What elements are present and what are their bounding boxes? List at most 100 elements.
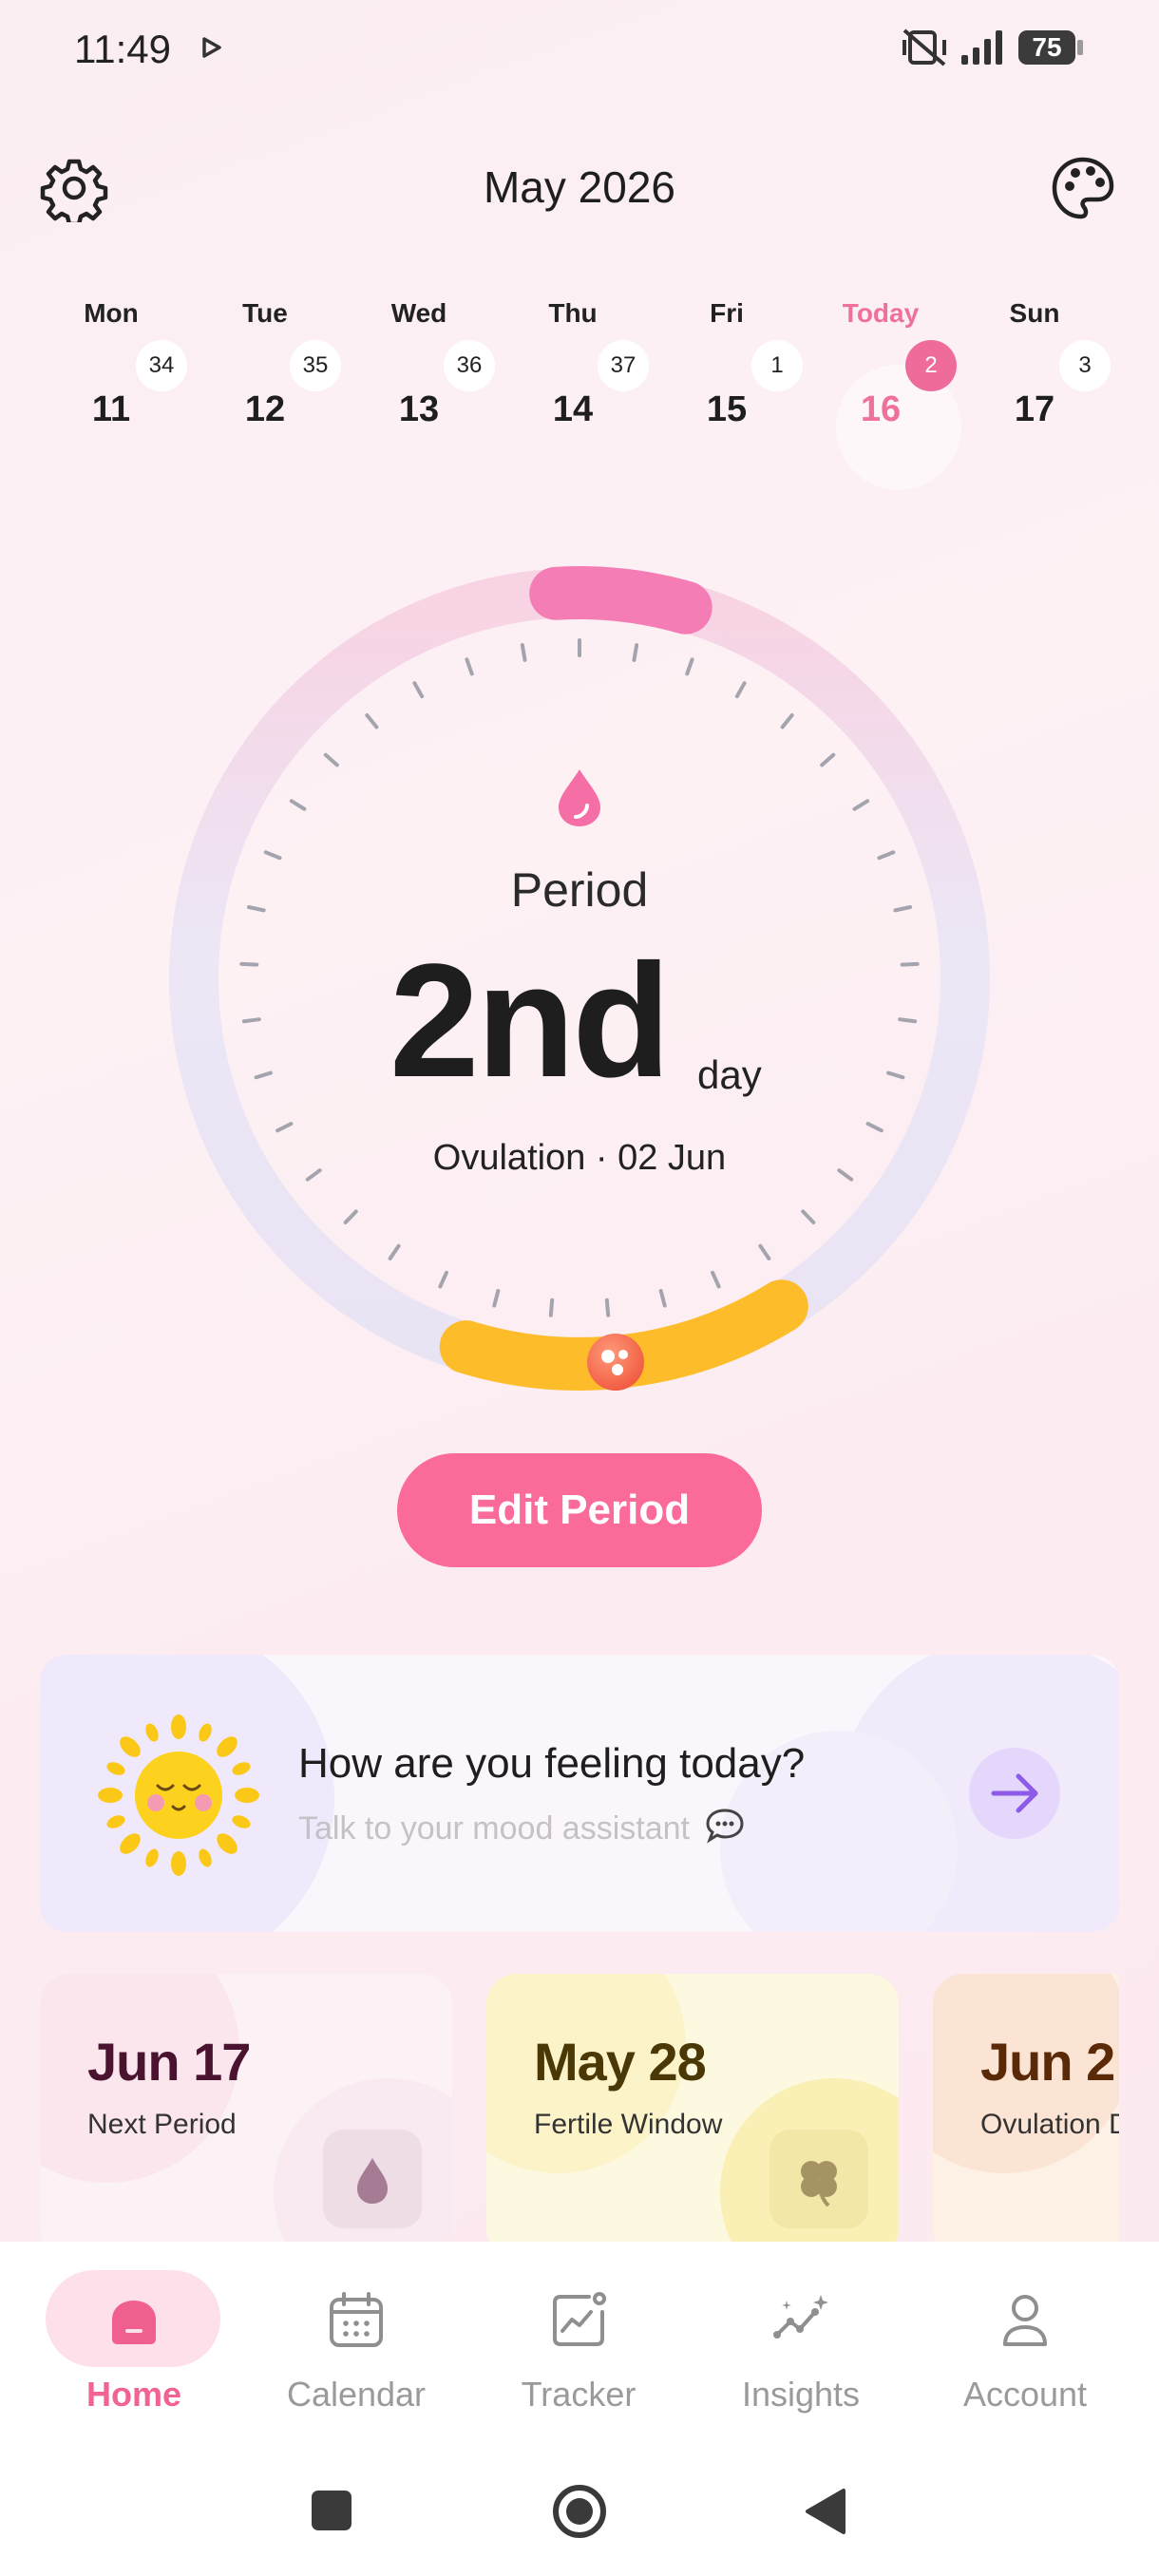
back-icon[interactable] [804, 2487, 847, 2536]
cycle-tick [289, 799, 307, 811]
cycle-tick [241, 1017, 261, 1024]
cycle-tick [685, 657, 694, 676]
cycle-day-badge: 1 [751, 340, 803, 391]
week-day-fri[interactable]: Fri 1 15 [665, 294, 803, 484]
cycle-tick [388, 1243, 401, 1260]
cycle-tick [711, 1270, 721, 1289]
cycle-day-number: 2nd [390, 931, 671, 1111]
day-name: Fri [710, 298, 744, 328]
day-name: Tue [242, 298, 288, 328]
nav-home[interactable]: Home [23, 2270, 245, 2432]
day-number: 15 [706, 389, 748, 429]
month-title[interactable]: May 2026 [0, 161, 1159, 213]
week-day-thu[interactable]: Thu 37 14 [511, 294, 649, 484]
cycle-tick [520, 643, 527, 662]
day-number: 14 [552, 389, 594, 429]
cycle-tick [412, 681, 425, 699]
card-date: Jun 17 [87, 2032, 251, 2092]
day-name: Sun [1009, 298, 1060, 328]
nav-label: Account [962, 2375, 1088, 2414]
nav-tracker[interactable]: Tracker [467, 2270, 690, 2432]
drop-icon [323, 2130, 422, 2228]
cycle-tick [801, 1209, 816, 1225]
cycle-day-badge: 3 [1059, 340, 1111, 391]
cycle-tick [886, 1070, 905, 1080]
card-label: Ovulation Day [980, 2109, 1119, 2140]
cycle-tick [438, 1270, 448, 1289]
day-number: 12 [244, 389, 286, 429]
clover-icon [770, 2130, 868, 2228]
mood-assistant-card[interactable]: How are you feeling today? Talk to your … [40, 1655, 1119, 1932]
card-label: Fertile Window [534, 2109, 723, 2140]
nav-insights[interactable]: Insights [690, 2270, 912, 2432]
cycle-day-badge: 36 [444, 340, 495, 391]
cycle-tick [465, 657, 474, 676]
status-time: 11:49 [74, 27, 171, 71]
nav-calendar[interactable]: Calendar [245, 2270, 467, 2432]
cycle-tick [900, 961, 920, 967]
chat-bubble-icon [706, 1809, 744, 1844]
cycle-day-unit: day [697, 1052, 762, 1097]
cycle-tick [877, 850, 896, 861]
nav-label: Tracker [521, 2375, 636, 2414]
cycle-date-cards: Jun 17 Next Period May 28 Fertile Window… [40, 1974, 1119, 2242]
cycle-tick [865, 1122, 884, 1133]
cycle-tick [852, 799, 870, 811]
day-number: 13 [398, 389, 440, 429]
play-icon [202, 37, 221, 58]
week-day-sun[interactable]: Sun 3 17 [973, 294, 1111, 484]
ovulation-card[interactable]: Jun 2 Ovulation Day [933, 1974, 1119, 2242]
cycle-day-badge: 37 [598, 340, 649, 391]
vibrate-off-icon [902, 28, 946, 66]
day-name: Wed [390, 298, 447, 328]
bottom-navigation: Home Calendar Tracker Insights Account [0, 2242, 1159, 2451]
week-day-today[interactable]: Today 2 16 [819, 294, 961, 490]
system-navigation-bar [0, 2451, 1159, 2576]
nav-label: Home [86, 2375, 182, 2414]
next-period-card[interactable]: Jun 17 Next Period [40, 1974, 452, 2242]
tracker-chart-icon [553, 2292, 606, 2346]
cycle-day-badge: 2 [905, 340, 957, 391]
home-circle-icon[interactable] [551, 2483, 608, 2540]
week-day-wed[interactable]: Wed 36 13 [357, 294, 495, 484]
cycle-tick [343, 1209, 358, 1225]
nav-label: Insights [741, 2375, 861, 2414]
calendar-icon [330, 2292, 383, 2347]
cycle-tick [758, 1243, 771, 1260]
day-name: Mon [84, 298, 139, 328]
ovulation-date: Ovulation · 02 Jun [432, 1138, 727, 1178]
cycle-phase-label: Period [510, 863, 649, 917]
day-name: Thu [548, 298, 598, 328]
edit-period-button[interactable]: Edit Period [397, 1453, 762, 1567]
week-day-mon[interactable]: Mon 34 11 [49, 294, 187, 484]
mood-arrow-button[interactable] [969, 1748, 1060, 1839]
battery-indicator: 75 [1018, 30, 1085, 65]
day-number: 11 [91, 389, 131, 429]
card-date: Jun 2 [980, 2032, 1115, 2092]
period-arc [529, 566, 712, 635]
cycle-tick [365, 713, 379, 729]
period-drop-icon [559, 769, 600, 826]
cycle-tick [276, 1122, 294, 1133]
day-name: Today [842, 298, 920, 328]
cycle-tick [734, 681, 747, 699]
home-icon [112, 2301, 156, 2344]
nav-account[interactable]: Account [914, 2270, 1136, 2432]
cycle-tick [604, 1297, 611, 1317]
ovulation-egg-icon [587, 1334, 644, 1391]
nav-label: Calendar [286, 2375, 427, 2414]
card-date: May 28 [534, 2032, 707, 2092]
cycle-tick [492, 1289, 501, 1308]
cycle-tick [254, 1070, 273, 1080]
battery-level: 75 [1032, 32, 1062, 62]
cycle-tick [632, 643, 639, 662]
cycle-tick [658, 1289, 667, 1308]
mood-subtitle: Talk to your mood assistant [298, 1810, 690, 1847]
card-label: Next Period [87, 2109, 237, 2140]
recent-apps-icon[interactable] [310, 2489, 353, 2532]
cycle-tick [820, 752, 836, 767]
week-day-tue[interactable]: Tue 35 12 [203, 294, 341, 484]
theme-palette-icon[interactable] [1049, 154, 1117, 222]
arrow-right-icon [991, 1773, 1038, 1813]
fertile-window-card[interactable]: May 28 Fertile Window [486, 1974, 899, 2242]
